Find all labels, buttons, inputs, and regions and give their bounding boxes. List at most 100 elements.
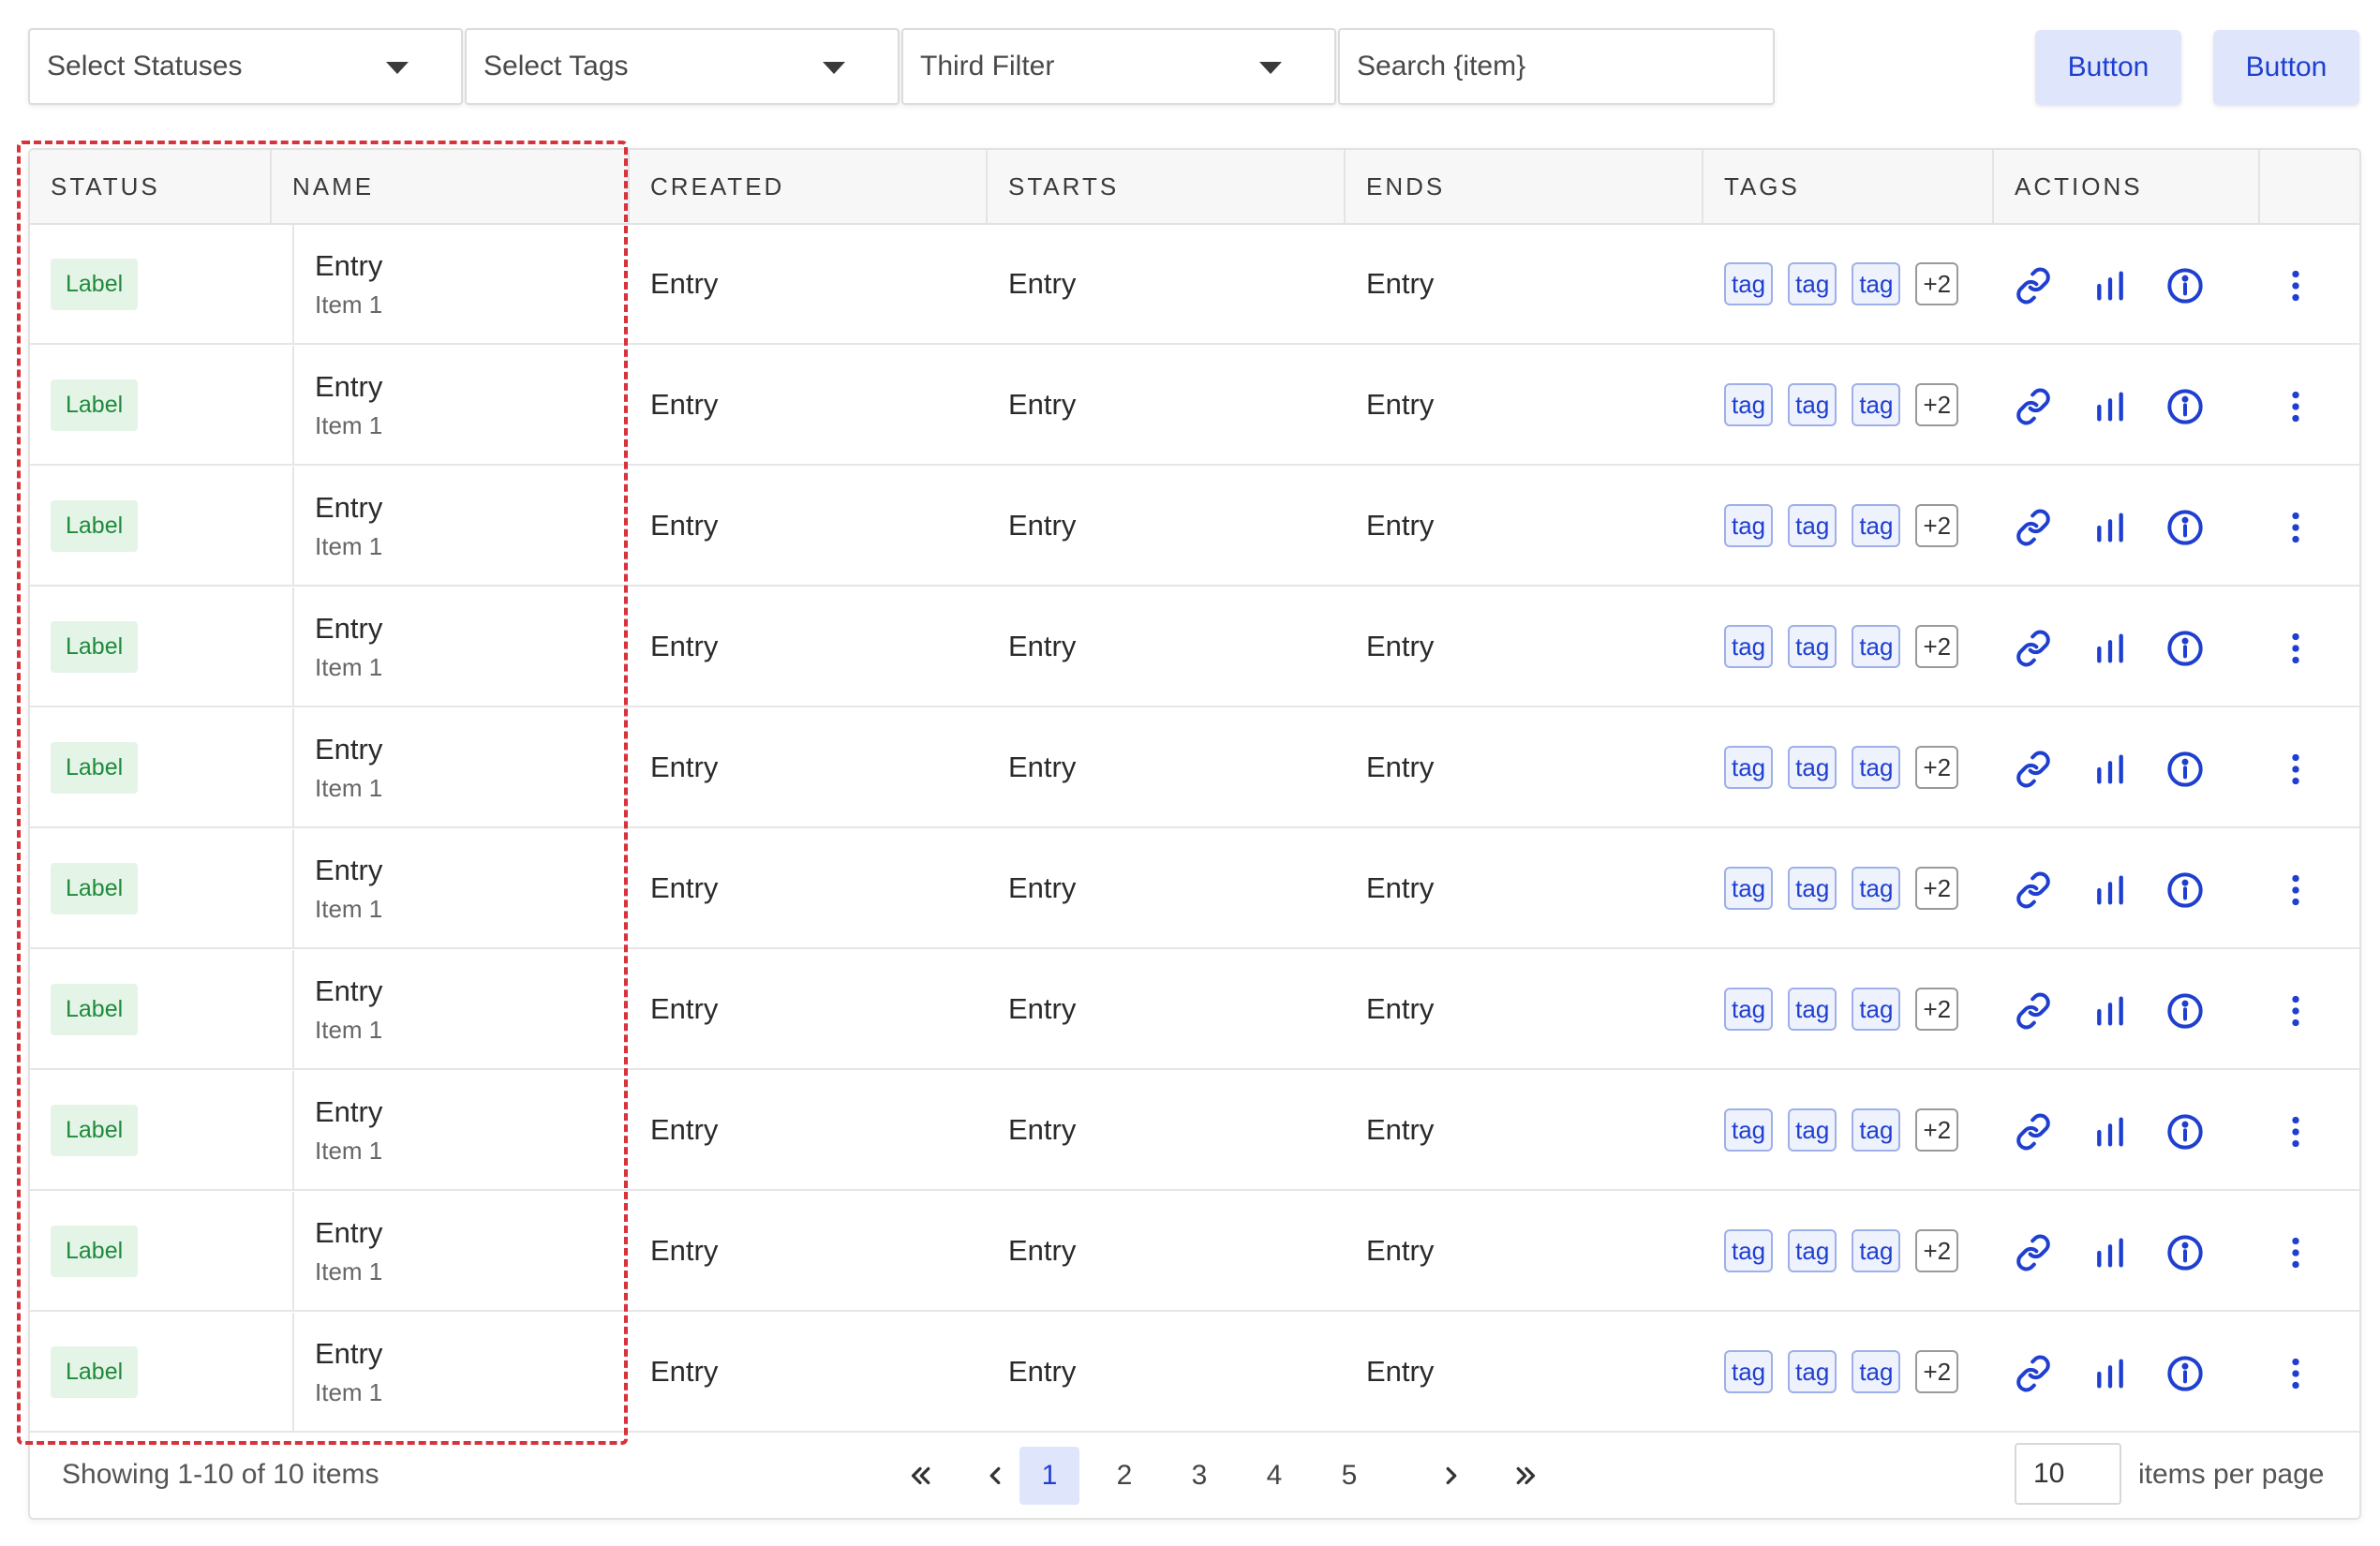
- third-filter-select[interactable]: Third Filter: [901, 28, 1336, 105]
- tag-chip[interactable]: tag: [1724, 1350, 1774, 1393]
- table-row[interactable]: Label Entry Item 1 Entry Entry Entry tag…: [30, 950, 2359, 1070]
- more-vertical-icon[interactable]: [2277, 1234, 2314, 1271]
- bar-chart-icon[interactable]: [2091, 992, 2129, 1030]
- table-row[interactable]: Label Entry Item 1 Entry Entry Entry tag…: [30, 467, 2359, 587]
- more-vertical-icon[interactable]: [2277, 1355, 2314, 1392]
- page-button[interactable]: 5: [1319, 1447, 1379, 1505]
- column-header-ends[interactable]: ENDS: [1346, 150, 1703, 223]
- tag-chip[interactable]: tag: [1852, 988, 1901, 1031]
- tag-chip[interactable]: tag: [1852, 504, 1901, 547]
- more-tags-chip[interactable]: +2: [1915, 746, 1959, 789]
- link-icon[interactable]: [2015, 388, 2052, 425]
- more-vertical-icon[interactable]: [2277, 388, 2314, 425]
- tag-chip[interactable]: tag: [1724, 988, 1774, 1031]
- more-tags-chip[interactable]: +2: [1915, 625, 1959, 668]
- tag-chip[interactable]: tag: [1852, 746, 1901, 789]
- column-header-starts[interactable]: STARTS: [988, 150, 1346, 223]
- info-icon[interactable]: [2166, 509, 2204, 546]
- tag-chip[interactable]: tag: [1788, 746, 1837, 789]
- table-row[interactable]: Label Entry Item 1 Entry Entry Entry tag…: [30, 225, 2359, 345]
- primary-button-2[interactable]: Button: [2213, 30, 2359, 105]
- more-tags-chip[interactable]: +2: [1915, 1229, 1959, 1272]
- tag-chip[interactable]: tag: [1788, 867, 1837, 910]
- bar-chart-icon[interactable]: [2091, 1113, 2129, 1151]
- more-tags-chip[interactable]: +2: [1915, 262, 1959, 305]
- info-icon[interactable]: [2166, 388, 2204, 425]
- link-icon[interactable]: [2015, 509, 2052, 546]
- page-button[interactable]: 1: [1019, 1447, 1079, 1505]
- table-row[interactable]: Label Entry Item 1 Entry Entry Entry tag…: [30, 1071, 2359, 1191]
- search-input[interactable]: [1338, 28, 1775, 105]
- link-icon[interactable]: [2015, 1113, 2052, 1151]
- tag-chip[interactable]: tag: [1724, 1108, 1774, 1152]
- tag-chip[interactable]: tag: [1724, 262, 1774, 305]
- info-icon[interactable]: [2166, 267, 2204, 305]
- column-header-name[interactable]: NAME: [272, 150, 630, 223]
- link-icon[interactable]: [2015, 871, 2052, 909]
- more-vertical-icon[interactable]: [2277, 992, 2314, 1030]
- tag-chip[interactable]: tag: [1724, 867, 1774, 910]
- info-icon[interactable]: [2166, 1355, 2204, 1392]
- more-vertical-icon[interactable]: [2277, 630, 2314, 667]
- previous-page-icon[interactable]: [965, 1447, 1025, 1505]
- bar-chart-icon[interactable]: [2091, 509, 2129, 546]
- tag-chip[interactable]: tag: [1788, 988, 1837, 1031]
- bar-chart-icon[interactable]: [2091, 1355, 2129, 1392]
- page-button[interactable]: 3: [1169, 1447, 1229, 1505]
- more-vertical-icon[interactable]: [2277, 871, 2314, 909]
- bar-chart-icon[interactable]: [2091, 871, 2129, 909]
- info-icon[interactable]: [2166, 630, 2204, 667]
- column-header-status[interactable]: STATUS: [30, 150, 272, 223]
- bar-chart-icon[interactable]: [2091, 630, 2129, 667]
- info-icon[interactable]: [2166, 1113, 2204, 1151]
- primary-button-1[interactable]: Button: [2035, 30, 2181, 105]
- table-row[interactable]: Label Entry Item 1 Entry Entry Entry tag…: [30, 829, 2359, 949]
- link-icon[interactable]: [2015, 1234, 2052, 1271]
- last-page-icon[interactable]: [1496, 1447, 1556, 1505]
- column-header-tags[interactable]: TAGS: [1703, 150, 1994, 223]
- items-per-page-input[interactable]: [2015, 1443, 2121, 1505]
- table-row[interactable]: Label Entry Item 1 Entry Entry Entry tag…: [30, 346, 2359, 466]
- tag-chip[interactable]: tag: [1788, 625, 1837, 668]
- next-page-icon[interactable]: [1421, 1447, 1481, 1505]
- tag-chip[interactable]: tag: [1852, 262, 1901, 305]
- tag-chip[interactable]: tag: [1788, 504, 1837, 547]
- tag-chip[interactable]: tag: [1724, 383, 1774, 426]
- info-icon[interactable]: [2166, 751, 2204, 788]
- tag-chip[interactable]: tag: [1788, 1229, 1837, 1272]
- info-icon[interactable]: [2166, 992, 2204, 1030]
- link-icon[interactable]: [2015, 1355, 2052, 1392]
- more-tags-chip[interactable]: +2: [1915, 988, 1959, 1031]
- more-tags-chip[interactable]: +2: [1915, 383, 1959, 426]
- bar-chart-icon[interactable]: [2091, 751, 2129, 788]
- bar-chart-icon[interactable]: [2091, 1234, 2129, 1271]
- page-button[interactable]: 4: [1244, 1447, 1304, 1505]
- tag-chip[interactable]: tag: [1724, 504, 1774, 547]
- tag-chip[interactable]: tag: [1724, 1229, 1774, 1272]
- page-button[interactable]: 2: [1094, 1447, 1154, 1505]
- tag-chip[interactable]: tag: [1852, 1229, 1901, 1272]
- more-tags-chip[interactable]: +2: [1915, 1108, 1959, 1152]
- link-icon[interactable]: [2015, 267, 2052, 305]
- tag-chip[interactable]: tag: [1788, 383, 1837, 426]
- tag-chip[interactable]: tag: [1724, 625, 1774, 668]
- bar-chart-icon[interactable]: [2091, 267, 2129, 305]
- tag-chip[interactable]: tag: [1852, 625, 1901, 668]
- tag-chip[interactable]: tag: [1724, 746, 1774, 789]
- tag-chip[interactable]: tag: [1852, 867, 1901, 910]
- more-tags-chip[interactable]: +2: [1915, 504, 1959, 547]
- more-vertical-icon[interactable]: [2277, 267, 2314, 305]
- link-icon[interactable]: [2015, 992, 2052, 1030]
- tags-filter-select[interactable]: Select Tags: [465, 28, 900, 105]
- column-header-created[interactable]: CREATED: [630, 150, 988, 223]
- table-row[interactable]: Label Entry Item 1 Entry Entry Entry tag…: [30, 1192, 2359, 1312]
- link-icon[interactable]: [2015, 630, 2052, 667]
- tag-chip[interactable]: tag: [1852, 1108, 1901, 1152]
- tag-chip[interactable]: tag: [1788, 1350, 1837, 1393]
- table-row[interactable]: Label Entry Item 1 Entry Entry Entry tag…: [30, 587, 2359, 707]
- tag-chip[interactable]: tag: [1788, 262, 1837, 305]
- first-page-icon[interactable]: [890, 1447, 950, 1505]
- info-icon[interactable]: [2166, 1234, 2204, 1271]
- more-vertical-icon[interactable]: [2277, 751, 2314, 788]
- more-tags-chip[interactable]: +2: [1915, 867, 1959, 910]
